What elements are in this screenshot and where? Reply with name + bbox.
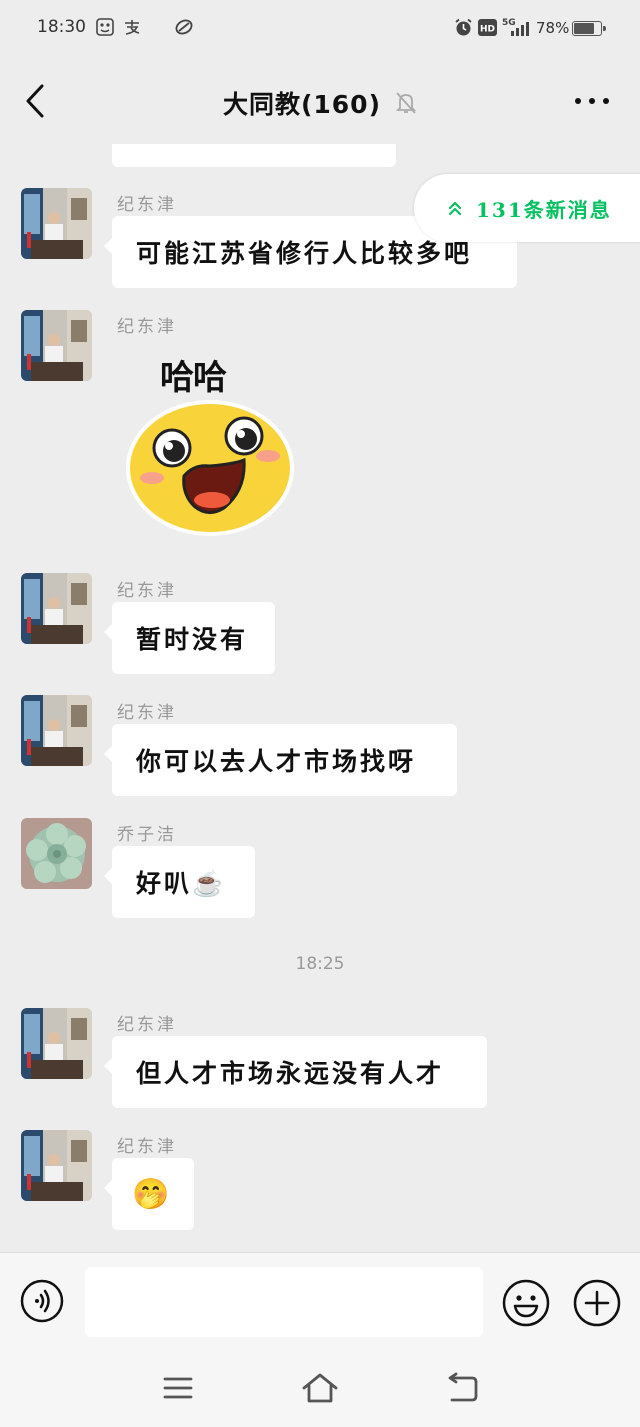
message-timestamp: 18:25 bbox=[295, 954, 345, 974]
system-navigation-bar bbox=[0, 1352, 640, 1427]
battery-icon bbox=[572, 21, 606, 36]
menu-nav-button[interactable] bbox=[158, 1370, 198, 1406]
sender-name: 纪东津 bbox=[117, 703, 177, 723]
message-bubble[interactable]: 🤭 bbox=[104, 1158, 194, 1230]
bell-off-icon bbox=[395, 92, 417, 114]
chat-message-list[interactable]: 纪东津 可能江苏省修行人比较多吧 纪东津 哈哈 纪东津 暂时没有 纪东津 你可以… bbox=[0, 144, 640, 1252]
avatar[interactable] bbox=[21, 1008, 92, 1079]
laughing-face-sticker-icon bbox=[126, 400, 294, 536]
status-bar: 18:30 HD 5G 78% bbox=[0, 0, 640, 58]
sticker-text: 哈哈 bbox=[160, 358, 227, 398]
chat-header: 大同教(160) bbox=[0, 58, 640, 144]
message-emoji: 🤭 bbox=[132, 1176, 170, 1212]
message-text: 但人才市场永远没有人才 bbox=[136, 1059, 445, 1088]
avatar[interactable] bbox=[21, 310, 92, 381]
svg-text:5G: 5G bbox=[502, 18, 516, 28]
battery-level bbox=[574, 23, 595, 34]
sender-name: 乔子洁 bbox=[117, 825, 177, 845]
menu-icon bbox=[163, 1377, 193, 1399]
avatar[interactable] bbox=[21, 695, 92, 766]
sender-name: 纪东津 bbox=[117, 195, 177, 215]
avatar[interactable] bbox=[21, 573, 92, 644]
previous-message-bubble bbox=[112, 144, 396, 167]
app-notification-icon bbox=[96, 18, 114, 40]
emoji-icon bbox=[502, 1279, 550, 1327]
new-messages-label: 131条新消息 bbox=[476, 197, 612, 222]
more-icon bbox=[575, 98, 609, 104]
more-button[interactable] bbox=[572, 86, 612, 116]
link-notification-icon bbox=[174, 18, 194, 40]
message-text: 暂时没有 bbox=[136, 625, 249, 654]
chat-title-container: 大同教(160) bbox=[0, 85, 640, 121]
message-bubble[interactable]: 但人才市场永远没有人才 bbox=[104, 1036, 487, 1108]
chat-title: 大同教(160) bbox=[222, 90, 382, 119]
home-nav-button[interactable] bbox=[300, 1370, 340, 1406]
message-text: 可能江苏省修行人比较多吧 bbox=[136, 239, 473, 268]
sticker-message[interactable]: 哈哈 bbox=[118, 342, 308, 542]
emoji-button[interactable] bbox=[502, 1279, 550, 1327]
message-bubble[interactable]: 你可以去人才市场找呀 bbox=[104, 724, 457, 796]
alipay-notification-icon bbox=[123, 18, 141, 40]
home-icon bbox=[302, 1373, 338, 1403]
battery-percentage: 78% bbox=[536, 19, 570, 37]
message-input[interactable] bbox=[85, 1267, 483, 1337]
back-nav-button[interactable] bbox=[442, 1370, 482, 1406]
avatar[interactable] bbox=[21, 1130, 92, 1201]
signal-5g-icon: 5G bbox=[502, 16, 532, 42]
sender-name: 纪东津 bbox=[117, 581, 177, 601]
more-functions-button[interactable] bbox=[573, 1279, 621, 1327]
sender-name: 纪东津 bbox=[117, 317, 177, 337]
sender-name: 纪东津 bbox=[117, 1015, 177, 1035]
voice-button[interactable] bbox=[20, 1279, 64, 1323]
plus-icon bbox=[573, 1279, 621, 1327]
avatar[interactable] bbox=[21, 188, 92, 259]
message-input-bar bbox=[0, 1252, 640, 1353]
voice-icon bbox=[20, 1279, 64, 1323]
status-time: 18:30 bbox=[37, 17, 86, 37]
message-text: 好叭☕ bbox=[136, 869, 227, 898]
hd-icon: HD bbox=[478, 19, 497, 40]
message-bubble[interactable]: 好叭☕ bbox=[104, 846, 255, 918]
new-messages-button[interactable]: 131条新消息 bbox=[414, 174, 640, 242]
avatar[interactable] bbox=[21, 818, 92, 889]
sender-name: 纪东津 bbox=[117, 1137, 177, 1157]
message-bubble[interactable]: 暂时没有 bbox=[104, 602, 275, 674]
back-arrow-icon bbox=[448, 1372, 478, 1402]
message-text: 你可以去人才市场找呀 bbox=[136, 747, 417, 776]
alarm-icon bbox=[454, 18, 473, 41]
double-chevron-up-icon bbox=[448, 201, 462, 216]
svg-text:HD: HD bbox=[480, 25, 495, 35]
